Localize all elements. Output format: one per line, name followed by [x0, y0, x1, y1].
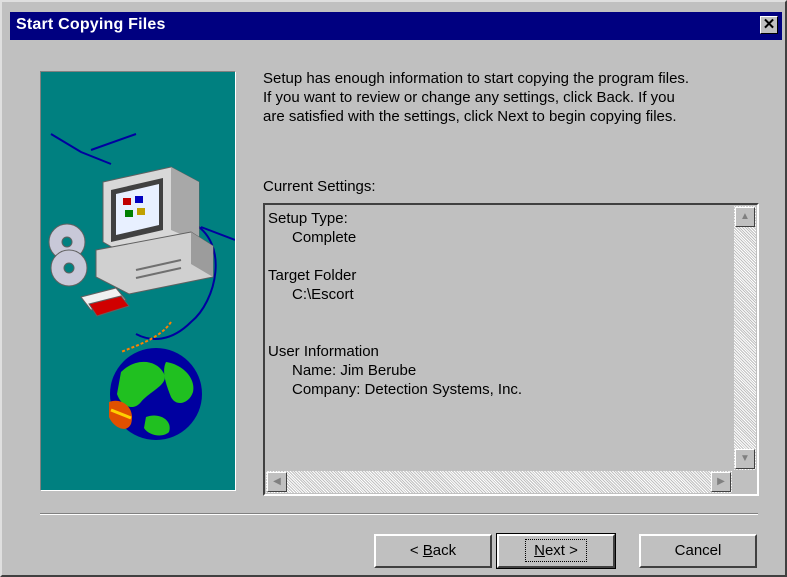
scroll-down-icon: ▼ — [740, 453, 750, 464]
user-name-value: Name: Jim Berube — [292, 362, 417, 379]
scroll-left-icon: ◀ — [273, 476, 281, 487]
scroll-down-button[interactable]: ▼ — [735, 449, 755, 469]
setup-dialog: Start Copying Files ✕ Setup has enough i… — [0, 0, 787, 577]
back-access-key: B — [422, 542, 433, 559]
target-folder-value: C:\Escort — [292, 286, 354, 303]
scroll-left-button[interactable]: ◀ — [267, 472, 287, 492]
company-value: Company: Detection Systems, Inc. — [292, 381, 523, 398]
cancel-button[interactable]: Cancel — [639, 534, 757, 568]
scroll-right-icon: ▶ — [717, 476, 725, 487]
horizontal-scrollbar[interactable]: ◀ ▶ — [266, 471, 732, 493]
button-divider — [40, 513, 758, 515]
scroll-right-button[interactable]: ▶ — [711, 472, 731, 492]
back-button[interactable]: < Back — [374, 534, 492, 568]
next-focus-rect: Next > — [525, 539, 587, 562]
settings-content: Setup Type: Complete Target Folder C:\Es… — [268, 209, 733, 471]
target-folder-heading: Target Folder — [268, 267, 357, 284]
user-info-heading: User Information — [268, 343, 379, 360]
next-label: ext > — [544, 542, 578, 559]
intro-line-1: Setup has enough information to start co… — [263, 70, 690, 87]
setup-illustration-panel — [40, 71, 236, 491]
vertical-scrollbar[interactable]: ▲ ▼ — [734, 206, 756, 470]
dialog-title: Start Copying Files — [16, 16, 166, 33]
intro-text: Setup has enough information to start co… — [263, 69, 763, 126]
current-settings-label: Current Settings: — [263, 178, 376, 195]
current-settings-listbox[interactable]: Setup Type: Complete Target Folder C:\Es… — [263, 203, 759, 496]
next-button[interactable]: Next > — [496, 533, 616, 569]
setup-type-heading: Setup Type: — [268, 210, 348, 227]
computer-cd-globe-illustration — [48, 133, 235, 440]
back-label: ack — [432, 542, 457, 559]
back-prefix: < — [409, 542, 423, 559]
close-button[interactable]: ✕ — [760, 16, 778, 34]
setup-type-value: Complete — [292, 229, 357, 246]
intro-line-2: If you want to review or change any sett… — [263, 89, 675, 106]
intro-line-3: are satisfied with the settings, click N… — [263, 108, 677, 125]
scroll-up-button[interactable]: ▲ — [735, 207, 755, 227]
scroll-up-icon: ▲ — [740, 211, 750, 222]
next-access-key: N — [534, 542, 545, 559]
title-bar[interactable]: Start Copying Files ✕ — [10, 12, 782, 40]
scrollbar-corner — [734, 471, 756, 493]
close-icon: ✕ — [762, 16, 776, 33]
